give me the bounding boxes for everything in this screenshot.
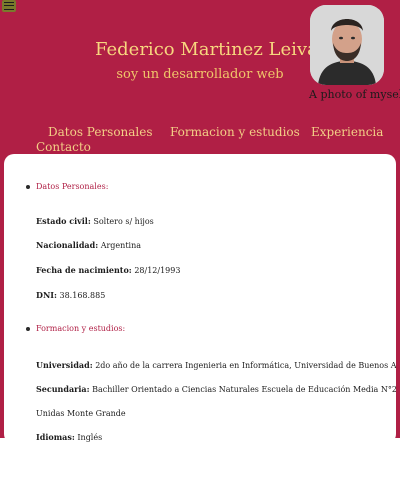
info-row-universidad: Universidad: 2do año de la carrera Ingen… (36, 360, 396, 370)
row-value: 38.168.885 (59, 291, 106, 300)
row-value: Unidas Monte Grande (36, 409, 126, 418)
info-row-idiomas: Idiomas: Inglés (36, 432, 102, 442)
info-row-secundaria-cont: Unidas Monte Grande (36, 408, 126, 418)
nav-item-contacto[interactable]: Contacto (36, 140, 91, 154)
bullet-icon (26, 327, 30, 331)
bullet-icon (26, 185, 30, 189)
photo-caption: A photo of myself (309, 88, 400, 101)
hamburger-menu-icon[interactable] (2, 0, 16, 12)
profile-photo (310, 5, 384, 85)
row-key: Universidad: (36, 360, 93, 370)
info-row-nacionalidad: Nacionalidad: Argentina (36, 240, 141, 250)
section-title-personal: Datos Personales: (36, 182, 109, 191)
row-value: Inglés (77, 433, 103, 442)
row-value: 28/12/1993 (134, 266, 181, 275)
nav-item-formacion[interactable]: Formacion y estudios (170, 125, 300, 139)
row-key: Estado civil: (36, 216, 91, 226)
row-key: DNI: (36, 290, 57, 300)
info-row-dni: DNI: 38.168.885 (36, 290, 105, 300)
info-row-fecha-nacimiento: Fecha de nacimiento: 28/12/1993 (36, 265, 180, 275)
page-title: Federico Martinez Leiva (95, 39, 318, 60)
row-key: Nacionalidad: (36, 240, 99, 250)
row-value: Soltero s/ hijos (93, 217, 154, 226)
nav-item-datos-personales[interactable]: Datos Personales (48, 125, 153, 139)
profile-photo-image (310, 5, 384, 85)
row-value: Bachiller Orientado a Ciencias Naturales… (92, 385, 396, 394)
row-key: Fecha de nacimiento: (36, 265, 132, 275)
nav-item-experiencia[interactable]: Experiencia (311, 125, 383, 139)
section-title-education: Formacion y estudios: (36, 324, 126, 333)
info-row-secundaria: Secundaria: Bachiller Orientado a Cienci… (36, 384, 396, 394)
row-value: 2do año de la carrera Ingenieria en Info… (95, 361, 396, 370)
page-subtitle: soy un desarrollador web (116, 67, 284, 82)
row-key: Secundaria: (36, 384, 90, 394)
info-row-estado-civil: Estado civil: Soltero s/ hijos (36, 216, 154, 226)
content-card: Datos Personales: Estado civil: Soltero … (4, 154, 396, 444)
row-key: Idiomas: (36, 432, 75, 442)
row-value: Argentina (100, 241, 142, 250)
